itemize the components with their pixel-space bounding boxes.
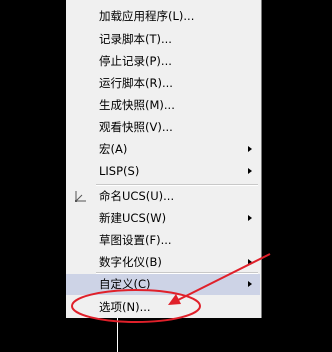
menu-item-record-script[interactable]: 记录脚本(T)...: [66, 29, 260, 50]
submenu-arrow-icon: [248, 259, 252, 265]
mouse-pointer-line: [117, 318, 118, 352]
menu-item-lisp[interactable]: LISP(S): [66, 161, 260, 182]
menu-item-macro[interactable]: 宏(A): [66, 139, 260, 160]
menu-item-label: 命名UCS(U)...: [99, 189, 175, 203]
menu-item-tablet[interactable]: 数字化仪(B): [66, 252, 260, 273]
menu-item-label: 宏(A): [99, 142, 128, 156]
menu-item-label: 生成快照(M)...: [99, 98, 175, 112]
menu-item-named-ucs[interactable]: 命名UCS(U)...: [66, 186, 260, 207]
menu-item-label: 草图设置(F)...: [99, 233, 172, 247]
menu-item-stop-recording[interactable]: 停止记录(P)...: [66, 51, 260, 72]
menu-item-new-ucs[interactable]: 新建UCS(W): [66, 208, 260, 229]
menu-item-label: 自定义(C): [99, 277, 151, 291]
menu-item-label: 选项(N)...: [99, 300, 151, 314]
menu-item-load-application[interactable]: 加载应用程序(L)...: [66, 6, 260, 27]
menu-item-options[interactable]: 选项(N)...: [66, 297, 260, 318]
menu-item-label: 观看快照(V)...: [99, 120, 173, 134]
submenu-arrow-icon: [248, 281, 252, 287]
menu-item-label: 新建UCS(W): [99, 211, 167, 225]
menu-item-drafting-settings[interactable]: 草图设置(F)...: [66, 230, 260, 251]
menu-item-label: 记录脚本(T)...: [99, 32, 172, 46]
menu-item-label: 数字化仪(B): [99, 255, 162, 269]
ucs-axis-icon: [75, 191, 86, 202]
menu-item-run-script[interactable]: 运行脚本(R)...: [66, 73, 260, 94]
submenu-arrow-icon: [248, 215, 252, 221]
menu-item-customize[interactable]: 自定义(C): [66, 274, 260, 295]
menu-item-label: 加载应用程序(L)...: [99, 9, 195, 23]
tools-dropdown-menu: 加载应用程序(L)... 记录脚本(T)... 停止记录(P)... 运行脚本(…: [66, 0, 262, 318]
menu-item-make-snapshot[interactable]: 生成快照(M)...: [66, 95, 260, 116]
menu-item-label: 停止记录(P)...: [99, 54, 172, 68]
menu-item-label: LISP(S): [99, 164, 140, 178]
menu-item-label: 运行脚本(R)...: [99, 76, 173, 90]
submenu-arrow-icon: [248, 168, 252, 174]
submenu-arrow-icon: [248, 146, 252, 152]
menu-item-view-snapshot[interactable]: 观看快照(V)...: [66, 117, 260, 138]
